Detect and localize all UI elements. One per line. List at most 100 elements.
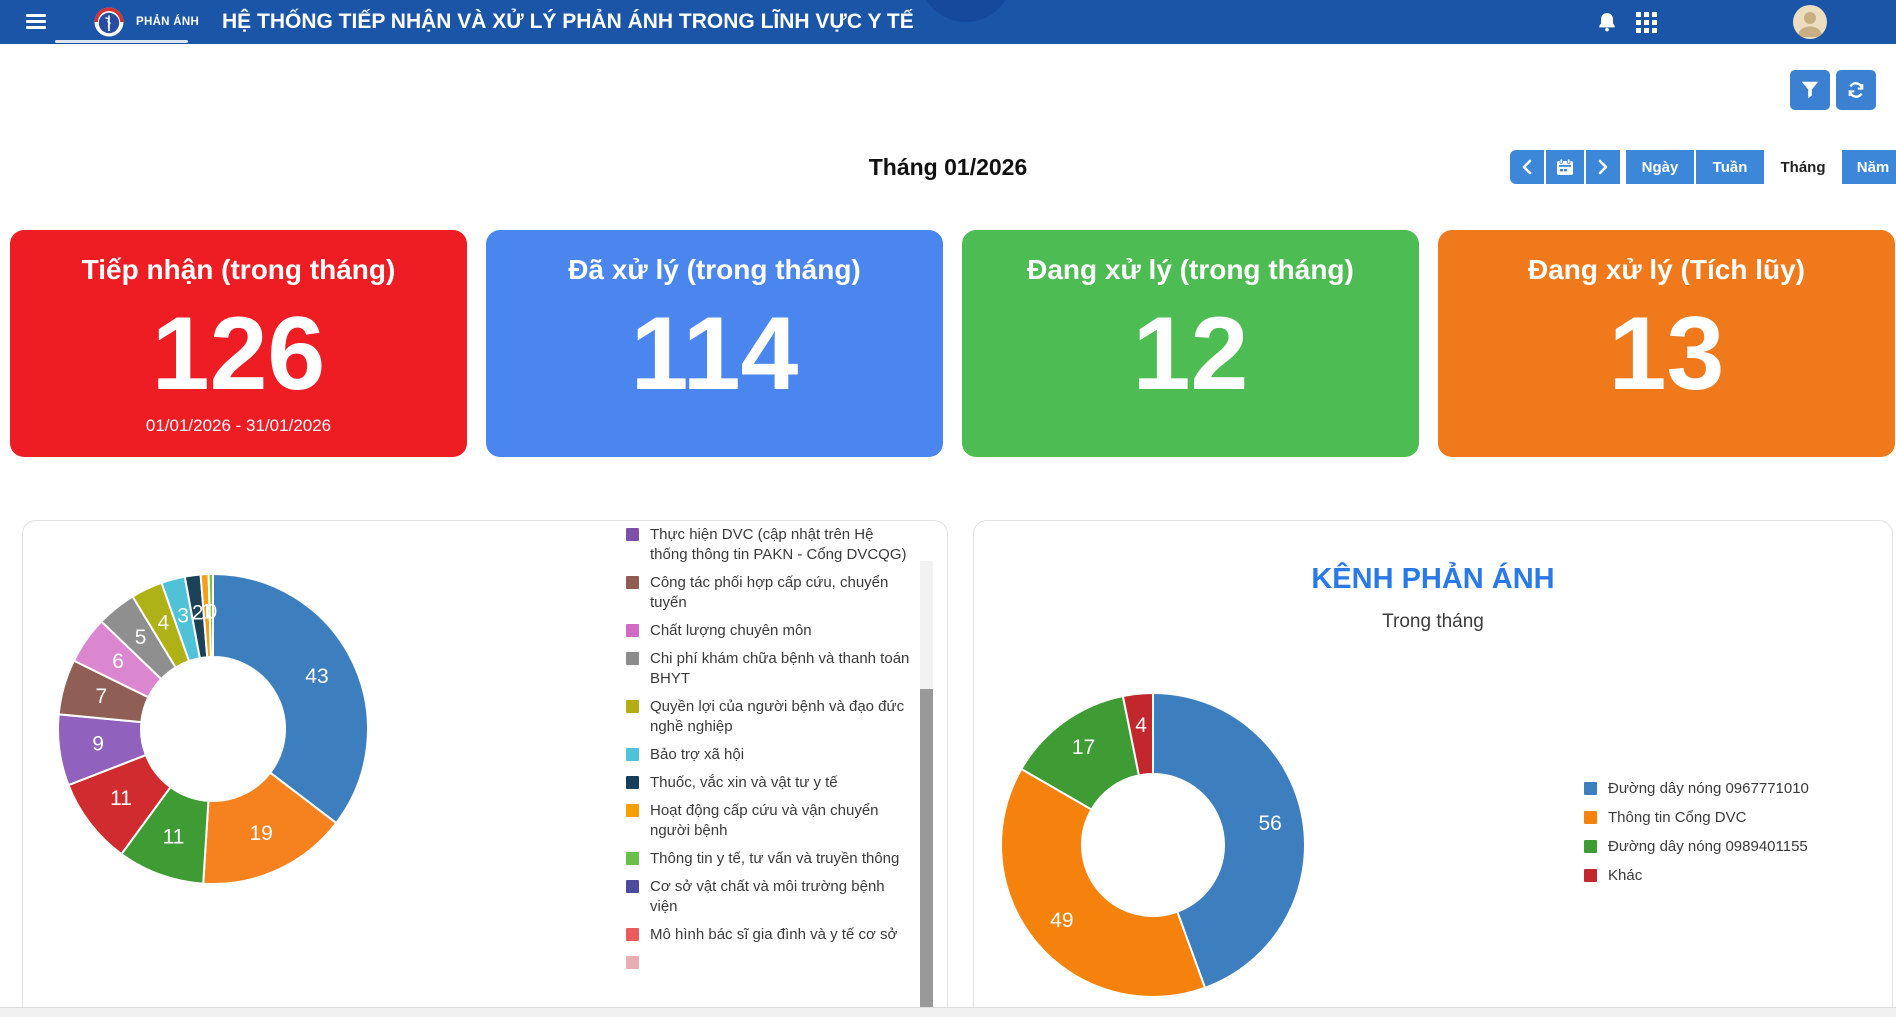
legend-swatch [626, 652, 639, 665]
card-title: Đang xử lý (Tích lũy) [1438, 254, 1895, 286]
card-date-range: 01/01/2026 - 31/01/2026 [10, 416, 467, 436]
legend-label: Khác [1608, 866, 1642, 886]
donut-slice[interactable] [1001, 769, 1205, 997]
slice-value-label: 3 [177, 604, 189, 627]
legend-swatch [626, 852, 639, 865]
legend-label: Đường dây nóng 0967771010 [1608, 779, 1809, 799]
chart-panel-linh-vuc: 43191111976543210 Thực hiện DVC (cập nhậ… [22, 520, 948, 1017]
donut-slice[interactable] [213, 574, 368, 823]
next-period-button[interactable] [1586, 150, 1620, 184]
card-title: Tiếp nhận (trong tháng) [10, 254, 467, 286]
legend-swatch [1584, 782, 1597, 795]
legend-item[interactable]: Quyền lợi của người bệnh và đạo đức nghề… [626, 697, 913, 737]
card-dang-xu-ly-tich-luy: Đang xử lý (Tích lũy) 13 [1438, 230, 1895, 457]
refresh-button[interactable] [1836, 70, 1876, 110]
filter-button[interactable] [1790, 70, 1830, 110]
card-dang-xu-ly-thang: Đang xử lý (trong tháng) 12 [962, 230, 1419, 457]
funnel-icon [1799, 79, 1821, 101]
legend-swatch [1584, 811, 1597, 824]
legend-item[interactable]: Bảo trợ xã hội [626, 745, 913, 765]
chevron-right-icon [1597, 159, 1609, 175]
legend-swatch [626, 700, 639, 713]
range-tab-thang[interactable]: Tháng [1766, 150, 1840, 184]
legend-scrollbar-thumb[interactable] [920, 689, 933, 1008]
slice-value-label: 4 [158, 612, 170, 635]
horizontal-scrollbar[interactable] [0, 1007, 1896, 1017]
legend-label: Thông tin Cổng DVC [1608, 808, 1746, 828]
legend-swatch [626, 528, 639, 541]
card-title: Đã xử lý (trong tháng) [486, 254, 943, 286]
slice-value-label: 6 [112, 650, 124, 673]
chart-legend: Thực hiện DVC (cập nhật trên Hệ thống th… [626, 525, 913, 1009]
legend-label: Chất lượng chuyên môn [650, 621, 812, 641]
legend-label: Đường dây nóng 0989401155 [1608, 837, 1808, 857]
calendar-picker-button[interactable] [1546, 150, 1584, 184]
bell-icon[interactable] [1595, 10, 1619, 34]
legend-swatch [1584, 869, 1597, 882]
legend-swatch [626, 748, 639, 761]
legend-item[interactable]: Cơ sở vật chất và môi trường bệnh viện [626, 877, 913, 917]
legend-item[interactable] [626, 953, 913, 969]
legend-label: Công tác phối hợp cấp cứu, chuyển tuyến [650, 573, 913, 613]
card-title: Đang xử lý (trong tháng) [962, 254, 1419, 286]
legend-item[interactable]: Mô hình bác sĩ gia đình và y tế cơ sở [626, 925, 913, 945]
legend-item[interactable]: Khác [1584, 866, 1884, 886]
legend-swatch [626, 956, 639, 969]
user-avatar[interactable] [1793, 5, 1827, 39]
range-tab-ngay[interactable]: Ngày [1626, 150, 1694, 184]
legend-swatch [626, 624, 639, 637]
legend-swatch [626, 880, 639, 893]
slice-value-label: 19 [249, 822, 272, 845]
stat-cards-row: Tiếp nhận (trong tháng) 126 01/01/2026 -… [10, 230, 1896, 457]
legend-item[interactable]: Công tác phối hợp cấp cứu, chuyển tuyến [626, 573, 913, 613]
legend-item[interactable]: Thuốc, vắc xin và vật tư y tế [626, 773, 913, 793]
slice-value-label: 5 [135, 626, 147, 649]
slice-value-label: 11 [163, 826, 185, 849]
donut-chart-kenh: 5649174 [974, 671, 1374, 1017]
legend-label: Hoạt động cấp cứu và vận chuyển người bệ… [650, 801, 913, 841]
legend-label: Thuốc, vắc xin và vật tư y tế [650, 773, 838, 793]
slice-value-label: 56 [1259, 812, 1282, 835]
prev-period-button[interactable] [1510, 150, 1544, 184]
chevron-left-icon [1521, 159, 1533, 175]
legend-label: Thực hiện DVC (cập nhật trên Hệ thống th… [650, 525, 913, 565]
card-value: 12 [962, 302, 1419, 406]
legend-label: Quyền lợi của người bệnh và đạo đức nghề… [650, 697, 913, 737]
calendar-icon [1555, 157, 1575, 177]
legend-swatch [626, 576, 639, 589]
menu-icon[interactable] [26, 14, 46, 30]
date-range-controls: NgàyTuầnThángNăm [1510, 150, 1896, 184]
legend-swatch [626, 776, 639, 789]
brand-label[interactable]: PHẢN ÁNH [136, 16, 199, 28]
legend-label: Cơ sở vật chất và môi trường bệnh viện [650, 877, 913, 917]
legend-item[interactable]: Chất lượng chuyên môn [626, 621, 913, 641]
health-ministry-logo[interactable] [94, 7, 124, 37]
legend-item[interactable]: Đường dây nóng 0989401155 [1584, 837, 1884, 857]
donut-chart-linh-vuc: 43191111976543210 [23, 521, 423, 921]
legend-item[interactable]: Thực hiện DVC (cập nhật trên Hệ thống th… [626, 525, 913, 565]
slice-value-label: 49 [1050, 909, 1073, 932]
legend-item[interactable]: Thông tin y tế, tư vấn và truyền thông [626, 849, 913, 869]
chart-legend: Đường dây nóng 0967771010 Thông tin Cổng … [1584, 779, 1884, 895]
slice-value-label: 11 [110, 787, 132, 810]
legend-item[interactable]: Đường dây nóng 0967771010 [1584, 779, 1884, 799]
dashboard-page: PHẢN ÁNH HỆ THỐNG TIẾP NHẬN VÀ XỬ LÝ PHẢ… [0, 0, 1896, 1017]
top-navbar: PHẢN ÁNH HỆ THỐNG TIẾP NHẬN VÀ XỬ LÝ PHẢ… [0, 0, 1896, 44]
chart-subtitle: Trong tháng [974, 611, 1892, 633]
range-tab-nam[interactable]: Năm [1842, 150, 1896, 184]
range-tab-tuan[interactable]: Tuần [1696, 150, 1764, 184]
slice-value-label: 9 [92, 732, 104, 755]
legend-item[interactable]: Thông tin Cổng DVC [1584, 808, 1884, 828]
apps-grid-icon[interactable] [1636, 12, 1657, 33]
legend-label: Bảo trợ xã hội [650, 745, 744, 765]
legend-item[interactable]: Hoạt động cấp cứu và vận chuyển người bệ… [626, 801, 913, 841]
slice-value-label: 7 [96, 685, 108, 708]
slice-value-label: 17 [1072, 736, 1095, 759]
legend-label: Thông tin y tế, tư vấn và truyền thông [650, 849, 899, 869]
legend-swatch [626, 928, 639, 941]
legend-item[interactable]: Chi phí khám chữa bệnh và thanh toán BHY… [626, 649, 913, 689]
legend-label: Chi phí khám chữa bệnh và thanh toán BHY… [650, 649, 913, 689]
card-tiep-nhan: Tiếp nhận (trong tháng) 126 01/01/2026 -… [10, 230, 467, 457]
legend-label: Mô hình bác sĩ gia đình và y tế cơ sở [650, 925, 897, 945]
refresh-icon [1845, 79, 1867, 101]
